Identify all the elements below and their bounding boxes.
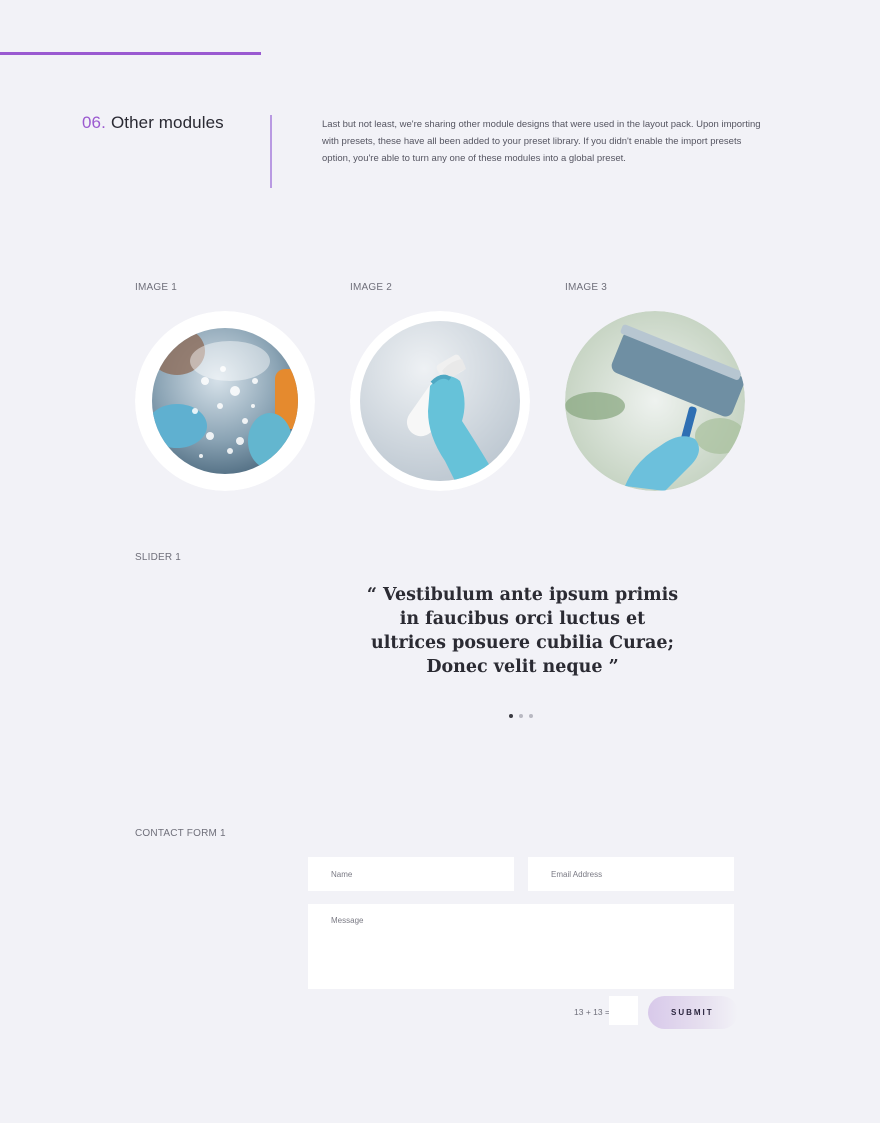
message-input[interactable]: [308, 904, 734, 989]
slider-dot-3[interactable]: [529, 714, 533, 718]
section-number: 06.: [82, 113, 106, 132]
image-1-window-cleaning: [135, 311, 315, 491]
section-intro: Last but not least, we're sharing other …: [322, 119, 761, 164]
captcha-question: 13 + 13 =: [574, 1007, 610, 1017]
image-3-label: IMAGE 3: [565, 282, 607, 293]
slider-quote: “ Vestibulum ante ipsum primis in faucib…: [366, 585, 679, 677]
email-input[interactable]: [528, 857, 734, 891]
image-2-label: IMAGE 2: [350, 282, 392, 293]
image-3-squeegee: [565, 311, 745, 491]
slider-dot-1[interactable]: [509, 714, 513, 718]
image-1-label: IMAGE 1: [135, 282, 177, 293]
submit-button[interactable]: SUBMIT: [648, 996, 738, 1029]
slider-dot-2[interactable]: [519, 714, 523, 718]
name-input[interactable]: [308, 857, 514, 891]
slider-label: SLIDER 1: [135, 552, 182, 563]
section-heading: 06. Other modules: [82, 113, 224, 133]
contact-form-label: CONTACT FORM 1: [135, 828, 226, 839]
image-2-spray-bottle: [350, 311, 530, 491]
top-accent-line: [0, 52, 261, 55]
section-title: Other modules: [110, 113, 224, 132]
captcha-input[interactable]: [609, 996, 638, 1025]
vertical-divider: [270, 115, 272, 188]
slider-pagination: [509, 714, 533, 718]
